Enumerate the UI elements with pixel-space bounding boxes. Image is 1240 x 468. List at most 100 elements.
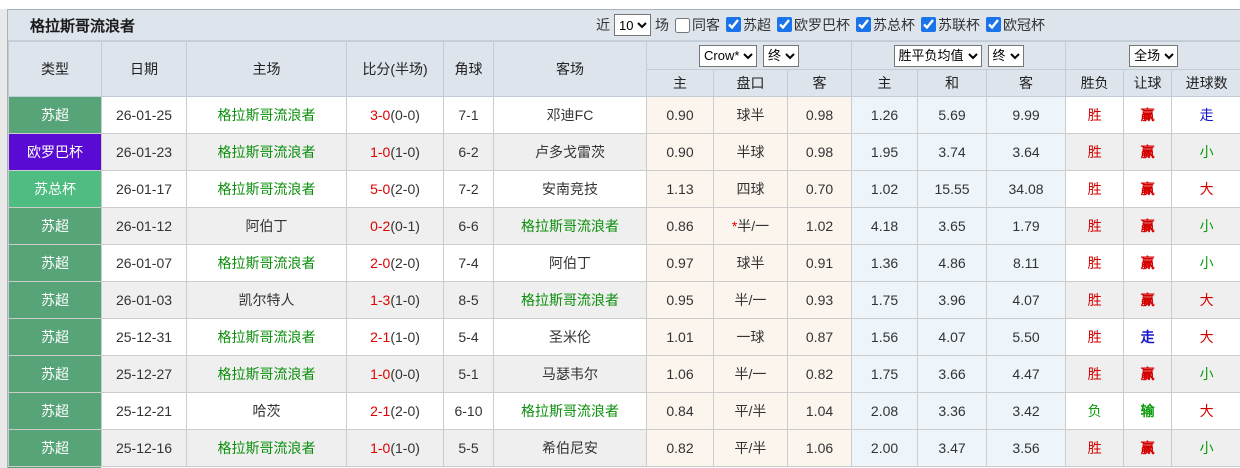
avg-away-odds: 3.56 [986, 429, 1067, 467]
avg-state-select[interactable]: 终 [987, 44, 1024, 67]
handicap-result: 赢 [1123, 207, 1173, 245]
home-team-cell[interactable]: 格拉斯哥流浪者 [186, 318, 347, 356]
handicap-home-odds: 0.95 [646, 281, 714, 319]
away-team-name: 卢多戈雷茨 [535, 144, 605, 160]
handicap-home-odds: 1.06 [646, 355, 714, 393]
home-team-cell[interactable]: 格拉斯哥流浪者 [186, 429, 347, 467]
half-time-score: (1-0) [390, 440, 420, 456]
avg-draw-odds: 3.66 [917, 355, 988, 393]
near-label: 近 [596, 17, 610, 33]
away-team-cell[interactable]: 马瑟韦尔 [493, 355, 647, 393]
avg-home-odds: 1.02 [851, 170, 919, 208]
home-team-cell[interactable]: 凯尔特人 [186, 281, 347, 319]
col-header-home: 主场 [186, 41, 347, 97]
league-filter-checkbox[interactable] [986, 17, 1001, 33]
handicap-line: 平/半 [713, 429, 788, 467]
handicap-away-odds: 1.06 [786, 429, 853, 467]
away-team-name: 圣米伦 [549, 329, 591, 345]
handicap-text: 半球 [736, 144, 765, 160]
home-team-cell[interactable]: 格拉斯哥流浪者 [186, 355, 347, 393]
table-row: 苏超 26-01-07 格拉斯哥流浪者 2-0(2-0) 7-4 阿伯丁 0.97 球半 0.9… [8, 244, 1240, 282]
handicap-text: 一球 [736, 329, 765, 345]
left-gutter [0, 9, 7, 468]
home-team-cell[interactable]: 格拉斯哥流浪者 [186, 96, 347, 134]
half-time-score: (2-0) [390, 403, 420, 419]
handicap-line: 球半 [713, 244, 788, 282]
corner-score: 6-6 [443, 207, 494, 245]
table-row: 苏超 25-12-27 格拉斯哥流浪者 1-0(0-0) 5-1 马瑟韦尔 1.06 半/一 0… [8, 355, 1240, 393]
filter-controls: 近 10 场 同客 苏超 欧罗巴杯 苏总杯 苏联杯 欧冠杯 [596, 14, 1045, 36]
handicap-home-odds: 1.01 [646, 318, 714, 356]
handicap-away-odds: 0.98 [786, 133, 853, 171]
handicap-result: 赢 [1123, 429, 1173, 467]
avg-home-odds: 2.08 [851, 392, 919, 430]
handicap-result: 走 [1123, 318, 1173, 356]
goals-result: 大 [1171, 281, 1240, 319]
home-team-cell[interactable]: 阿伯丁 [186, 207, 347, 245]
recent-count-select[interactable]: 10 [614, 14, 651, 36]
home-team-cell[interactable]: 格拉斯哥流浪者 [186, 244, 347, 282]
goals-result: 大 [1171, 170, 1240, 208]
away-team-name: 格拉斯哥流浪者 [521, 218, 619, 234]
home-team-cell[interactable]: 格拉斯哥流浪者 [186, 133, 347, 171]
league-filter-checkbox[interactable] [856, 17, 871, 33]
league-filter-checkbox[interactable] [777, 17, 792, 33]
result-outcome: 胜 [1065, 318, 1125, 356]
handicap-line: *半/一 [713, 207, 788, 245]
col-header-score: 比分(半场) [346, 41, 444, 97]
handicap-home-odds: 1.13 [646, 170, 714, 208]
away-team-cell[interactable]: 阿伯丁 [493, 244, 647, 282]
scope-select[interactable]: 全场 [1129, 44, 1179, 67]
league-filter-2[interactable]: 苏总杯 [856, 15, 915, 35]
home-team-cell[interactable]: 格拉斯哥流浪者 [186, 170, 347, 208]
league-filter-checkbox[interactable] [726, 17, 741, 33]
avg-dropdown-cell: 胜平负均值 终 [851, 41, 1067, 70]
full-time-score: 2-0 [370, 255, 391, 271]
league-filter-3[interactable]: 苏联杯 [921, 15, 980, 35]
score-cell: 1-0(1-0) [346, 429, 444, 467]
games-label: 场 [655, 17, 669, 33]
corner-score: 7-2 [443, 170, 494, 208]
same-away-filter[interactable]: 同客 [675, 15, 720, 35]
avg-draw-odds: 15.55 [917, 170, 988, 208]
avg-away-odds: 9.99 [986, 96, 1067, 134]
header-row-top: 类型 日期 主场 比分(半场) 角球 客场 Crow* 终 胜平负均值 终 全场 [8, 41, 1240, 97]
full-time-score: 2-1 [370, 403, 391, 419]
league-filter-label: 欧冠杯 [1003, 16, 1045, 33]
handicap-result: 赢 [1123, 244, 1173, 282]
full-time-score: 1-0 [370, 144, 391, 160]
league-filter-4[interactable]: 欧冠杯 [986, 15, 1045, 35]
col-header-corner: 角球 [443, 41, 494, 97]
away-team-cell[interactable]: 格拉斯哥流浪者 [493, 392, 647, 430]
corner-score: 5-1 [443, 355, 494, 393]
away-team-cell[interactable]: 圣米伦 [493, 318, 647, 356]
away-team-cell[interactable]: 格拉斯哥流浪者 [493, 281, 647, 319]
same-away-checkbox[interactable] [675, 17, 690, 33]
full-time-score: 0-2 [370, 218, 391, 234]
league-filter-checkbox[interactable] [921, 17, 936, 33]
league-filter-0[interactable]: 苏超 [726, 15, 771, 35]
away-team-cell[interactable]: 卢多戈雷茨 [493, 133, 647, 171]
avg-type-select[interactable]: 胜平负均值 [893, 44, 982, 67]
home-team-cell[interactable]: 哈茨 [186, 392, 347, 430]
home-team-name: 凯尔特人 [238, 292, 295, 308]
half-time-score: (1-0) [390, 144, 420, 160]
odds-state-select[interactable]: 终 [763, 44, 800, 67]
match-date: 26-01-03 [101, 281, 187, 319]
handicap-result: 赢 [1123, 170, 1173, 208]
league-filter-1[interactable]: 欧罗巴杯 [777, 15, 850, 35]
score-cell: 2-1(2-0) [346, 392, 444, 430]
away-team-cell[interactable]: 格拉斯哥流浪者 [493, 207, 647, 245]
full-time-score: 1-0 [370, 366, 391, 382]
avg-away-odds: 3.42 [986, 392, 1067, 430]
goals-result: 小 [1171, 133, 1240, 171]
league-badge: 苏超 [8, 318, 102, 356]
away-team-cell[interactable]: 希伯尼安 [493, 429, 647, 467]
odds-company-select[interactable]: Crow* [699, 44, 758, 67]
handicap-text: 球半 [736, 255, 765, 271]
away-team-cell[interactable]: 邓迪FC [493, 96, 647, 134]
avg-draw-odds: 3.74 [917, 133, 988, 171]
half-time-score: (1-0) [390, 329, 420, 345]
away-team-cell[interactable]: 安南竞技 [493, 170, 647, 208]
home-team-name: 格拉斯哥流浪者 [217, 181, 316, 197]
